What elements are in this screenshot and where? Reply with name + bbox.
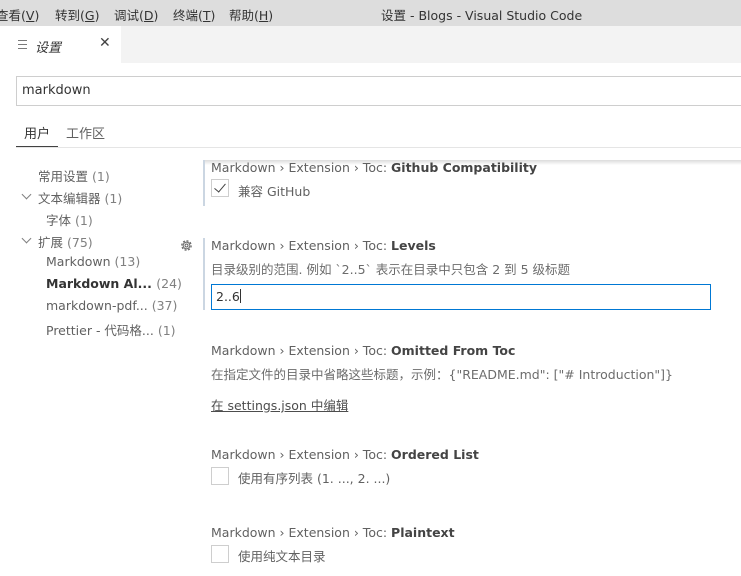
window-title: 设置 - Blogs - Visual Studio Code xyxy=(381,8,583,23)
menu-view[interactable]: 查看(V) xyxy=(0,5,39,24)
toc-item-label: 扩展 xyxy=(38,235,64,250)
menu-debug-mnemonic: D xyxy=(143,8,154,23)
toc-item-prettier[interactable]: Prettier - 代码格... (1) xyxy=(46,320,176,339)
toc-item-count: (1) xyxy=(92,169,110,184)
tab-user[interactable]: 用户 xyxy=(24,123,50,142)
toc-item-label: Markdown Al... xyxy=(46,276,152,291)
toc-item-count: (13) xyxy=(114,254,141,269)
setting-description: 在指定文件的目录中省略这些标题，示例：{"README.md": ["# Int… xyxy=(211,367,674,382)
levels-input-value: 2..6 xyxy=(216,289,240,304)
toc-item-markdown-all-in-one[interactable]: Markdown Al... (24) xyxy=(46,276,182,291)
tab-settings-label: 设置 xyxy=(35,41,62,56)
setting-focus-bar xyxy=(203,160,205,206)
setting-title-github-compatibility: Markdown › Extension › Toc: Github Compa… xyxy=(211,160,537,175)
menu-terminal-mnemonic: T xyxy=(202,8,211,23)
toc-item-extensions[interactable]: 扩展 (75) xyxy=(38,232,93,251)
setting-title-levels: Markdown › Extension › Toc: Levels xyxy=(211,238,436,253)
menu-debug-end: ) xyxy=(153,8,159,23)
checkbox-label: 使用纯文本目录 xyxy=(238,549,326,564)
toc-item-label: Markdown xyxy=(46,254,111,269)
plaintext-checkbox[interactable] xyxy=(211,545,229,563)
toc-item-label: markdown-pdf... xyxy=(46,298,148,313)
menu-view-label: 查看( xyxy=(0,8,26,23)
menu-terminal-label: 终端( xyxy=(173,8,203,23)
chevron-down-icon[interactable] xyxy=(21,189,32,200)
setting-name: Omitted From Toc xyxy=(391,343,516,358)
settings-scope-tabs: 用户 工作区 xyxy=(16,120,741,148)
checkbox-label: 使用有序列表 (1. ..., 2. ...) xyxy=(238,471,391,486)
toc-item-text-editor[interactable]: 文本编辑器 (1) xyxy=(38,188,122,207)
menu-help[interactable]: 帮助(H) xyxy=(229,5,273,24)
setting-title-plaintext: Markdown › Extension › Toc: Plaintext xyxy=(211,525,455,540)
setting-focus-bar xyxy=(203,238,205,310)
setting-name: Plaintext xyxy=(391,525,455,540)
toc-item-label: 字体 xyxy=(46,213,72,228)
menu-go-end: ) xyxy=(94,8,100,23)
toc-item-label: 常用设置 xyxy=(38,169,89,184)
toc-item-label: 文本编辑器 xyxy=(38,191,101,206)
setting-title-ordered-list: Markdown › Extension › Toc: Ordered List xyxy=(211,447,479,462)
close-icon[interactable]: ✕ xyxy=(99,35,111,51)
gear-icon[interactable] xyxy=(179,238,194,253)
toc-item-markdown[interactable]: Markdown (13) xyxy=(46,254,140,269)
menu-go-label: 转到( xyxy=(55,8,85,23)
settings-search-input[interactable]: markdown xyxy=(16,76,741,106)
setting-category: Markdown › Extension › Toc: xyxy=(211,238,392,253)
editor-tab-bar: 设置 ✕ xyxy=(0,26,741,63)
setting-category: Markdown › Extension › Toc: xyxy=(211,525,392,540)
toc-item-markdown-pdf[interactable]: markdown-pdf... (37) xyxy=(46,298,177,313)
setting-category: Markdown › Extension › Toc: xyxy=(211,160,392,175)
toc-item-count: (1) xyxy=(104,191,123,206)
menu-help-label: 帮助( xyxy=(229,8,259,23)
github-compatibility-checkbox[interactable] xyxy=(211,179,229,197)
list-icon xyxy=(18,40,27,49)
menu-terminal[interactable]: 终端(T) xyxy=(173,5,215,24)
levels-input[interactable]: 2..6 xyxy=(211,284,711,310)
toc-item-count: (75) xyxy=(67,235,93,250)
checkbox-label: 兼容 GitHub xyxy=(238,184,311,199)
active-tab-indicator xyxy=(16,146,58,147)
tab-workspace[interactable]: 工作区 xyxy=(66,123,105,142)
title-bar: 查看(V) 转到(G) 调试(D) 终端(T) 帮助(H) 设置 - Blogs… xyxy=(0,0,741,26)
text-caret xyxy=(239,289,241,303)
setting-name: Levels xyxy=(391,238,436,253)
menu-help-end: ) xyxy=(268,8,274,23)
tab-settings[interactable]: 设置 ✕ xyxy=(0,26,122,63)
setting-name: Github Compatibility xyxy=(391,160,538,175)
toc-item-commonly-used[interactable]: 常用设置 (1) xyxy=(38,166,110,185)
menu-go[interactable]: 转到(G) xyxy=(55,5,99,24)
menu-debug[interactable]: 调试(D) xyxy=(114,5,158,24)
setting-category: Markdown › Extension › Toc: xyxy=(211,447,392,462)
toc-item-count: (1) xyxy=(75,213,93,228)
settings-list: Markdown › Extension › Toc: Github Compa… xyxy=(203,160,741,576)
toc-item-count: (1) xyxy=(157,323,176,338)
toc-item-label: Prettier - 代码格... xyxy=(46,323,154,338)
settings-toc: 常用设置 (1) 文本编辑器 (1) 字体 (1) 扩展 (75) Markdo… xyxy=(0,160,182,360)
menu-terminal-end: ) xyxy=(210,8,216,23)
menu-view-end: ) xyxy=(34,8,40,23)
setting-category: Markdown › Extension › Toc: xyxy=(211,343,392,358)
edit-in-settings-json-link[interactable]: 在 settings.json 中编辑 xyxy=(211,395,348,414)
menu-debug-label: 调试( xyxy=(114,8,144,23)
menu-go-mnemonic: G xyxy=(84,8,95,23)
setting-description: 目录级别的范围. 例如 `2..5` 表示在目录中只包含 2 到 5 级标题 xyxy=(211,262,571,277)
setting-title-omitted-from-toc: Markdown › Extension › Toc: Omitted From… xyxy=(211,343,515,358)
toc-item-count: (37) xyxy=(151,298,178,313)
chevron-down-icon[interactable] xyxy=(21,233,32,244)
toc-item-font[interactable]: 字体 (1) xyxy=(46,210,93,229)
toc-item-count: (24) xyxy=(156,276,182,291)
ordered-list-checkbox[interactable] xyxy=(211,467,229,485)
setting-name: Ordered List xyxy=(391,447,479,462)
menu-help-mnemonic: H xyxy=(258,8,269,23)
